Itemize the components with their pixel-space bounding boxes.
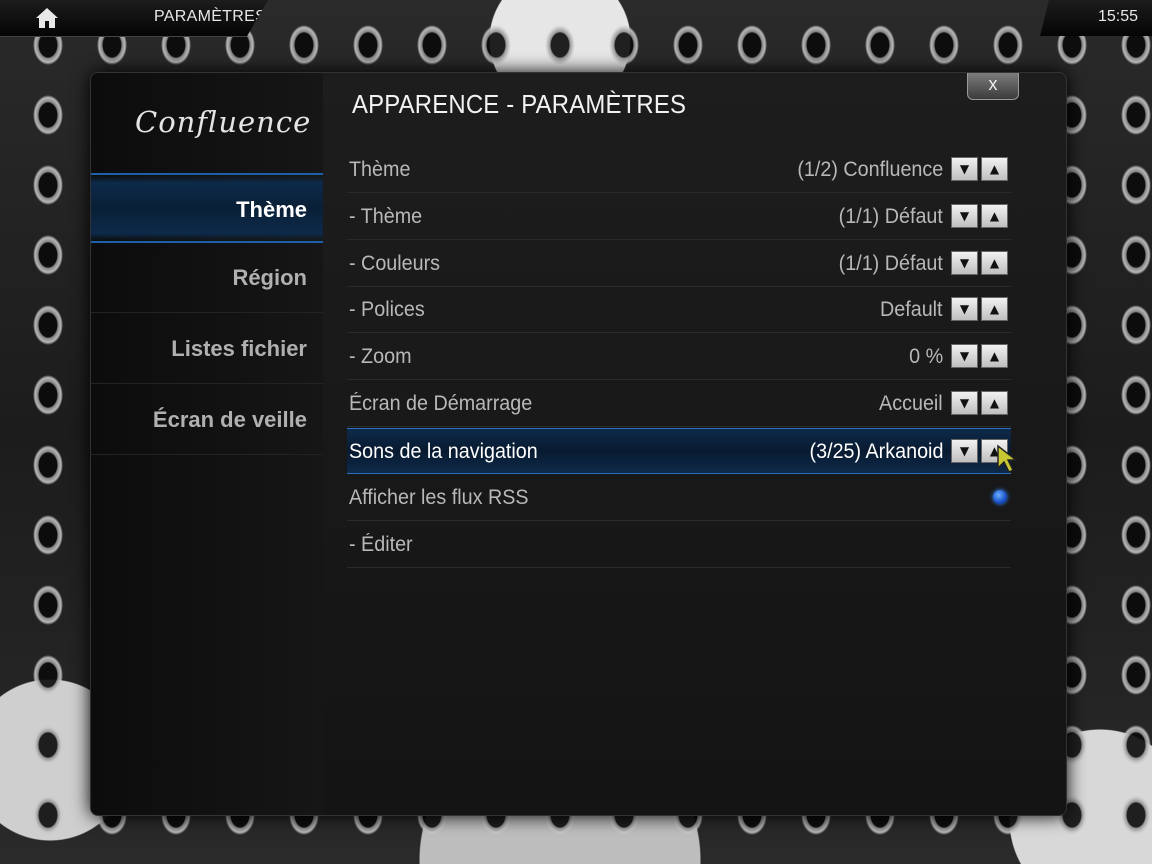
chevron-down-icon[interactable]: ▼ xyxy=(951,251,978,275)
setting-value: (1/1) Défaut xyxy=(838,205,943,228)
sidebar-item-region[interactable]: Région xyxy=(91,243,323,313)
sidebar-item-file-lists[interactable]: Listes fichier xyxy=(91,314,323,384)
setting-row-fonts[interactable]: - Polices Default ▼ ▲ xyxy=(347,287,1011,333)
settings-dialog: Confluence Thème Région Listes fichier É… xyxy=(90,72,1067,816)
setting-row-zoom[interactable]: - Zoom 0 % ▼ ▲ xyxy=(347,334,1011,380)
setting-value: Accueil xyxy=(879,392,943,415)
spinner: ▼ ▲ xyxy=(951,344,1009,368)
setting-row-rss[interactable]: Afficher les flux RSS xyxy=(347,475,1011,521)
setting-row-startup-screen[interactable]: Écran de Démarrage Accueil ▼ ▲ xyxy=(347,381,1011,427)
setting-value: (1/2) Confluence xyxy=(797,158,943,181)
setting-label: Thème xyxy=(349,158,411,181)
radio-toggle[interactable] xyxy=(993,490,1007,504)
breadcrumb: PARAMÈTRES xyxy=(154,8,267,25)
chevron-down-icon[interactable]: ▼ xyxy=(951,344,978,368)
setting-row-navigation-sounds[interactable]: Sons de la navigation (3/25) Arkanoid ▼ … xyxy=(347,428,1011,474)
setting-value: (3/25) Arkanoid xyxy=(809,440,943,463)
page-title: APPARENCE - PARAMÈTRES xyxy=(352,89,687,119)
sidebar: Confluence Thème Région Listes fichier É… xyxy=(91,73,323,815)
setting-row-subtheme[interactable]: - Thème (1/1) Défaut ▼ ▲ xyxy=(347,194,1011,240)
spinner: ▼ ▲ xyxy=(951,391,1009,415)
spinner: ▼ ▲ xyxy=(951,297,1009,321)
chevron-down-icon[interactable]: ▼ xyxy=(951,204,978,228)
chevron-down-icon[interactable]: ▼ xyxy=(951,157,978,181)
setting-row-theme[interactable]: Thème (1/2) Confluence ▼ ▲ xyxy=(347,147,1011,193)
chevron-down-icon[interactable]: ▼ xyxy=(951,391,978,415)
topbar-left: PARAMÈTRES xyxy=(0,0,268,37)
topbar-right: 15:55 xyxy=(1040,0,1152,36)
setting-label: - Éditer xyxy=(349,533,413,556)
home-icon[interactable] xyxy=(34,6,60,30)
clock: 15:55 xyxy=(1097,8,1138,25)
chevron-up-icon[interactable]: ▲ xyxy=(981,391,1008,415)
mouse-cursor-icon xyxy=(997,444,1019,474)
sidebar-item-theme[interactable]: Thème xyxy=(91,173,323,243)
setting-label: - Polices xyxy=(349,298,425,321)
chevron-up-icon[interactable]: ▲ xyxy=(981,297,1008,321)
setting-value: 0 % xyxy=(908,345,943,368)
setting-row-colors[interactable]: - Couleurs (1/1) Défaut ▼ ▲ xyxy=(347,241,1011,287)
chevron-up-icon[interactable]: ▲ xyxy=(981,344,1008,368)
setting-label: Afficher les flux RSS xyxy=(349,486,529,509)
setting-value: (1/1) Défaut xyxy=(838,252,943,275)
chevron-down-icon[interactable]: ▼ xyxy=(951,297,978,321)
spinner: ▼ ▲ xyxy=(951,157,1009,181)
chevron-up-icon[interactable]: ▲ xyxy=(981,204,1008,228)
close-button[interactable]: x xyxy=(967,73,1019,100)
sidebar-item-screensaver[interactable]: Écran de veille xyxy=(91,385,323,455)
spinner: ▼ ▲ xyxy=(951,204,1009,228)
setting-row-edit[interactable]: - Éditer xyxy=(347,522,1011,568)
spinner: ▼ ▲ xyxy=(951,251,1009,275)
setting-label: - Thème xyxy=(349,205,423,228)
setting-label: Sons de la navigation xyxy=(349,440,538,463)
chevron-up-icon[interactable]: ▲ xyxy=(981,157,1008,181)
setting-label: Écran de Démarrage xyxy=(349,392,533,415)
chevron-down-icon[interactable]: ▼ xyxy=(951,439,978,463)
setting-value: Default xyxy=(880,298,943,321)
chevron-up-icon[interactable]: ▲ xyxy=(981,251,1008,275)
setting-label: - Zoom xyxy=(349,345,412,368)
setting-label: - Couleurs xyxy=(349,252,441,275)
app-logo: Confluence xyxy=(135,105,312,139)
